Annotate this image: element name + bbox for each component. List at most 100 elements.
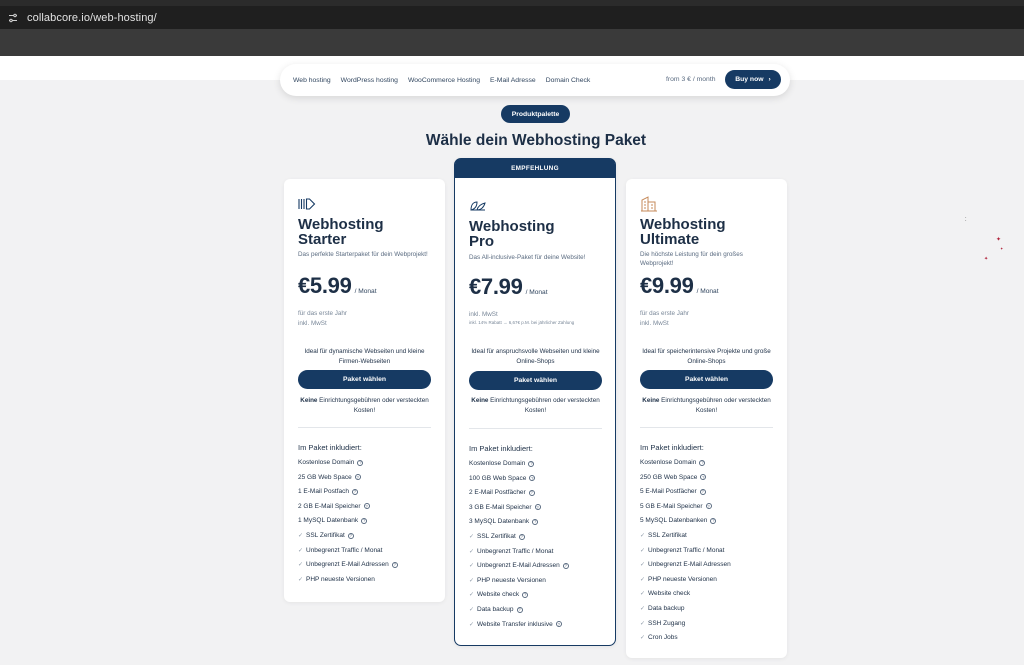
- feature-label: SSL Zertifikat: [648, 532, 687, 539]
- check-icon: ✓: [640, 533, 646, 539]
- feature-item: 5 E-Mail Postfächer?: [640, 488, 706, 495]
- nav-link[interactable]: Domain Check: [546, 77, 591, 84]
- question-circle-icon[interactable]: ?: [555, 621, 562, 628]
- plan-card-starter: Webhosting Starter Das perfekte Starterpa…: [284, 179, 445, 602]
- address-bar-url[interactable]: collabcore.io/web-hosting/: [27, 12, 157, 24]
- feature-label: Unbegrenzt E-Mail Adressen: [306, 561, 389, 569]
- feature-label: SSL Zertifikat: [306, 532, 345, 539]
- feature-item: 1 MySQL Datenbank?: [298, 517, 368, 525]
- feature-item: ✓ Website Transfer inklusive?: [469, 621, 562, 628]
- question-circle-icon[interactable]: ?: [700, 474, 707, 481]
- question-circle-icon[interactable]: ?: [522, 591, 529, 598]
- feature-label: 250 GB Web Space: [640, 473, 698, 481]
- check-icon: ✓: [469, 592, 475, 599]
- chevron-right-icon: ›: [768, 76, 771, 83]
- feature-item: 3 MySQL Datenbank?: [469, 518, 539, 525]
- plan-description: Das All-inclusive-Paket für deine Websit…: [469, 254, 586, 261]
- question-circle-icon[interactable]: ?: [528, 460, 535, 467]
- question-circle-icon[interactable]: ?: [351, 488, 358, 495]
- feature-item: 1 E-Mail Postfach?: [298, 488, 358, 495]
- plan-description: Die höchste Leistung für dein großes Web…: [640, 251, 743, 267]
- feature-item: 3 GB E-Mail Speicher?: [469, 504, 541, 511]
- feature-item: ✓ SSL Zertifikat: [640, 532, 687, 539]
- question-circle-icon[interactable]: ?: [516, 606, 523, 613]
- question-circle-icon[interactable]: ?: [699, 459, 706, 466]
- feature-item: Kostenlose Domain?: [469, 460, 535, 467]
- choose-plan-button[interactable]: Paket wählen: [640, 370, 773, 389]
- feature-label: Unbegrenzt E-Mail Adressen: [477, 562, 560, 570]
- product-range-badge: Produktpalette: [501, 105, 570, 123]
- feature-item: ✓ Data backup?: [469, 606, 523, 613]
- question-circle-icon[interactable]: ?: [528, 489, 535, 496]
- question-circle-icon[interactable]: ?: [354, 474, 361, 481]
- sparkle-icon: ✦: [996, 237, 1002, 243]
- question-circle-icon[interactable]: ?: [347, 532, 354, 539]
- feature-item: 2 GB E-Mail Speicher?: [298, 503, 370, 510]
- question-circle-icon[interactable]: ?: [705, 503, 712, 510]
- check-icon: ✓: [640, 547, 646, 554]
- feature-item: 5 MySQL Datenbanken?: [640, 517, 717, 525]
- question-circle-icon[interactable]: ?: [518, 533, 525, 540]
- feature-item: Kostenlose Domain?: [640, 459, 706, 466]
- feature-label: PHP neueste Versionen: [306, 575, 375, 583]
- price-period: / Monat: [354, 288, 377, 295]
- question-circle-icon[interactable]: ?: [699, 488, 706, 495]
- nav-link[interactable]: E-Mail Adresse: [490, 77, 536, 84]
- divider: [298, 427, 431, 428]
- feature-label: Unbegrenzt Traffic / Monat: [648, 546, 725, 554]
- included-heading: Im Paket inkludiert:: [298, 443, 362, 452]
- feature-label: Data backup: [477, 606, 514, 613]
- plan-ideal-for: Ideal für speicherintensive Projekte und…: [642, 348, 771, 365]
- question-circle-icon[interactable]: ?: [534, 504, 541, 511]
- feature-label: Website check: [648, 590, 691, 598]
- nav-link[interactable]: Web hosting: [293, 77, 331, 84]
- feature-item: 100 GB Web Space?: [469, 475, 536, 482]
- feature-item: ✓ PHP neueste Versionen: [640, 576, 717, 583]
- feature-item: ✓ Website check?: [469, 591, 529, 599]
- plan-ideal-for: Ideal für dynamische Webseiten und klein…: [304, 348, 425, 365]
- feature-label: Kostenlose Domain: [640, 459, 697, 466]
- question-circle-icon[interactable]: ?: [529, 475, 536, 482]
- choose-plan-button[interactable]: Paket wählen: [298, 370, 431, 389]
- question-circle-icon[interactable]: ?: [357, 459, 364, 466]
- no-fees-note: Keine Einrichtungsgebühren oder versteck…: [300, 397, 429, 414]
- feature-label: 25 GB Web Space: [298, 473, 352, 481]
- question-circle-icon[interactable]: ?: [361, 517, 368, 524]
- check-icon: ✓: [298, 533, 304, 539]
- feature-label: Cron Jobs: [648, 634, 678, 642]
- check-icon: ✓: [469, 548, 475, 555]
- check-icon: ✓: [469, 607, 475, 613]
- feature-label: 2 E-Mail Postfächer: [469, 489, 526, 497]
- feature-label: 1 MySQL Datenbank: [298, 517, 359, 525]
- feature-item: ✓ SSL Zertifikat?: [469, 533, 525, 540]
- price-amount: €7.99: [469, 274, 523, 299]
- feature-item: Kostenlose Domain?: [298, 459, 364, 466]
- feature-label: 5 MySQL Datenbanken: [640, 517, 708, 525]
- divider: [469, 428, 602, 429]
- question-circle-icon[interactable]: ?: [562, 562, 569, 569]
- plan-description: Das perfekte Starterpaket für dein Webpr…: [298, 251, 428, 258]
- feature-item: ✓ SSL Zertifikat?: [298, 532, 354, 539]
- check-icon: ✓: [298, 547, 304, 554]
- question-circle-icon[interactable]: ?: [363, 503, 370, 510]
- feature-item: ✓ PHP neueste Versionen: [469, 577, 546, 584]
- nav-link[interactable]: WooCommerce Hosting: [408, 77, 480, 84]
- check-icon: ✓: [640, 606, 646, 612]
- question-circle-icon[interactable]: ?: [391, 561, 398, 568]
- feature-label: 1 E-Mail Postfach: [298, 488, 349, 496]
- sparkle-icon: ⁚: [965, 217, 967, 223]
- question-circle-icon[interactable]: ?: [710, 517, 717, 524]
- nav-link[interactable]: WordPress hosting: [341, 77, 398, 84]
- question-circle-icon[interactable]: ?: [532, 518, 539, 525]
- feature-label: Unbegrenzt E-Mail Adressen: [648, 561, 731, 569]
- price-period: / Monat: [525, 289, 548, 296]
- buy-now-button[interactable]: Buy now ›: [725, 70, 781, 89]
- feature-label: Unbegrenzt Traffic / Monat: [306, 546, 383, 554]
- feature-item: ✓ PHP neueste Versionen: [298, 576, 375, 583]
- feature-item: ✓ Website check: [640, 590, 690, 597]
- section-title: Wähle dein Webhosting Paket: [425, 132, 647, 149]
- check-icon: ✓: [469, 621, 475, 628]
- site-settings-icon[interactable]: [2, 7, 24, 29]
- choose-plan-button[interactable]: Paket wählen: [469, 371, 602, 390]
- plan-name: Webhosting Starter: [298, 216, 384, 248]
